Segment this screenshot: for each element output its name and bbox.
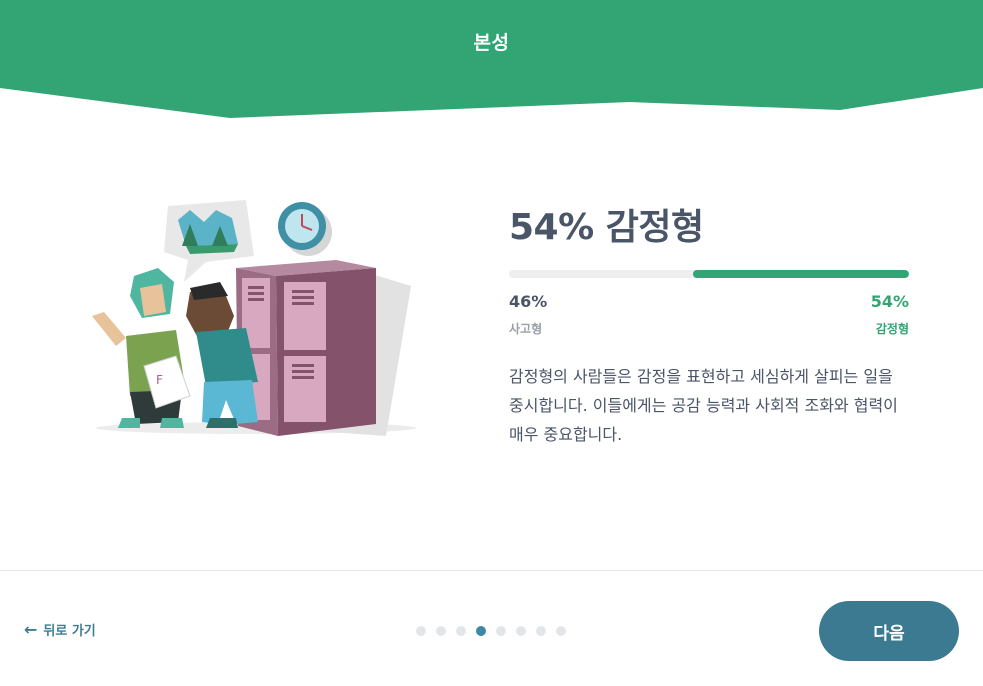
step-dot: [556, 626, 566, 636]
step-dot: [436, 626, 446, 636]
trait-result-title: 54% 감정형: [509, 207, 704, 248]
header-banner: 본성: [0, 0, 983, 120]
step-dot: [416, 626, 426, 636]
trait-scale-fill: [693, 270, 909, 278]
lockers-icon: [236, 260, 376, 436]
feeling-percent: 54%: [870, 292, 909, 311]
woman-figure-icon: [92, 268, 186, 428]
arrow-left-icon: ←: [24, 619, 38, 639]
trait-label-row: 사고형 감정형: [509, 320, 909, 338]
back-button-label: 뒤로 가기: [43, 624, 96, 639]
step-dot: [496, 626, 506, 636]
clock-icon: [278, 202, 332, 256]
thinking-label: 사고형: [509, 322, 543, 336]
step-indicator: [416, 626, 566, 636]
thinking-percent: 46%: [509, 292, 548, 311]
svg-text:F: F: [156, 373, 163, 387]
feeling-label: 감정형: [875, 322, 909, 336]
step-dot: [476, 626, 486, 636]
page-title: 본성: [473, 32, 510, 54]
trait-description: 감정형의 사람들은 감정을 표현하고 세심하게 살피는 일을 중시합니다. 이들…: [509, 367, 898, 444]
feeling-trait-illustration: F: [86, 196, 416, 441]
back-button[interactable]: ← 뒤로 가기: [24, 620, 96, 639]
trait-scale-bar: [509, 270, 909, 278]
step-dot: [536, 626, 546, 636]
header-background: [0, 0, 983, 118]
footer-divider: [0, 570, 983, 571]
next-button[interactable]: 다음: [819, 601, 959, 661]
trait-percent-row: 46% 54%: [509, 292, 909, 316]
step-dot: [456, 626, 466, 636]
trait-result-panel: 54% 감정형 46% 54% 사고형 감정형 감정형의 사람들은 감정을 표현…: [509, 200, 909, 465]
step-dot: [516, 626, 526, 636]
